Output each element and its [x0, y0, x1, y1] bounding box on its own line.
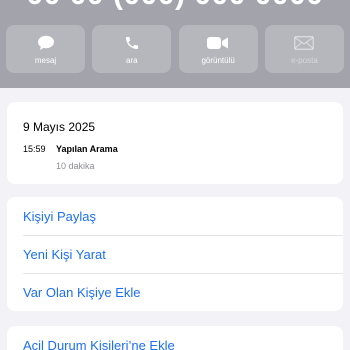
call-date: 9 Mayıs 2025: [23, 120, 96, 134]
video-icon: [207, 34, 229, 52]
message-icon: [37, 34, 55, 52]
call-time: 15:59: [23, 144, 46, 154]
phone-icon: [124, 34, 140, 52]
mail-icon: [294, 34, 315, 52]
contact-header: 00 00 (000) 000 0000 mesaj ara: [0, 0, 350, 88]
create-new-contact-link[interactable]: Yeni Kişi Yarat: [23, 235, 343, 273]
message-label: mesaj: [34, 55, 57, 65]
video-label: görüntülü: [201, 55, 235, 65]
call-duration: 10 dakika: [56, 161, 95, 171]
message-button[interactable]: mesaj: [6, 25, 85, 73]
add-to-existing-contact-link[interactable]: Var Olan Kişiye Ekle: [23, 273, 343, 311]
emergency-card: Acil Durum Kişileri’ne Ekle: [7, 326, 343, 350]
add-emergency-contact-link[interactable]: Acil Durum Kişileri’ne Ekle: [23, 326, 343, 350]
phone-number: 00 00 (000) 000 0000: [0, 0, 350, 12]
email-label: e-posta: [291, 55, 318, 65]
email-button[interactable]: e-posta: [264, 25, 344, 73]
contact-actions-card: Kişiyi Paylaş Yeni Kişi Yarat Var Olan K…: [7, 197, 343, 311]
share-contact-link[interactable]: Kişiyi Paylaş: [23, 197, 343, 235]
call-button[interactable]: ara: [92, 25, 172, 73]
video-button[interactable]: görüntülü: [178, 25, 258, 73]
call-type: Yapılan Arama: [56, 144, 118, 154]
call-label: ara: [126, 55, 138, 65]
call-history-card: 9 Mayıs 2025 15:59 Yapılan Arama 10 daki…: [7, 102, 343, 184]
quick-actions: mesaj ara görüntülü e-posta: [6, 25, 344, 73]
